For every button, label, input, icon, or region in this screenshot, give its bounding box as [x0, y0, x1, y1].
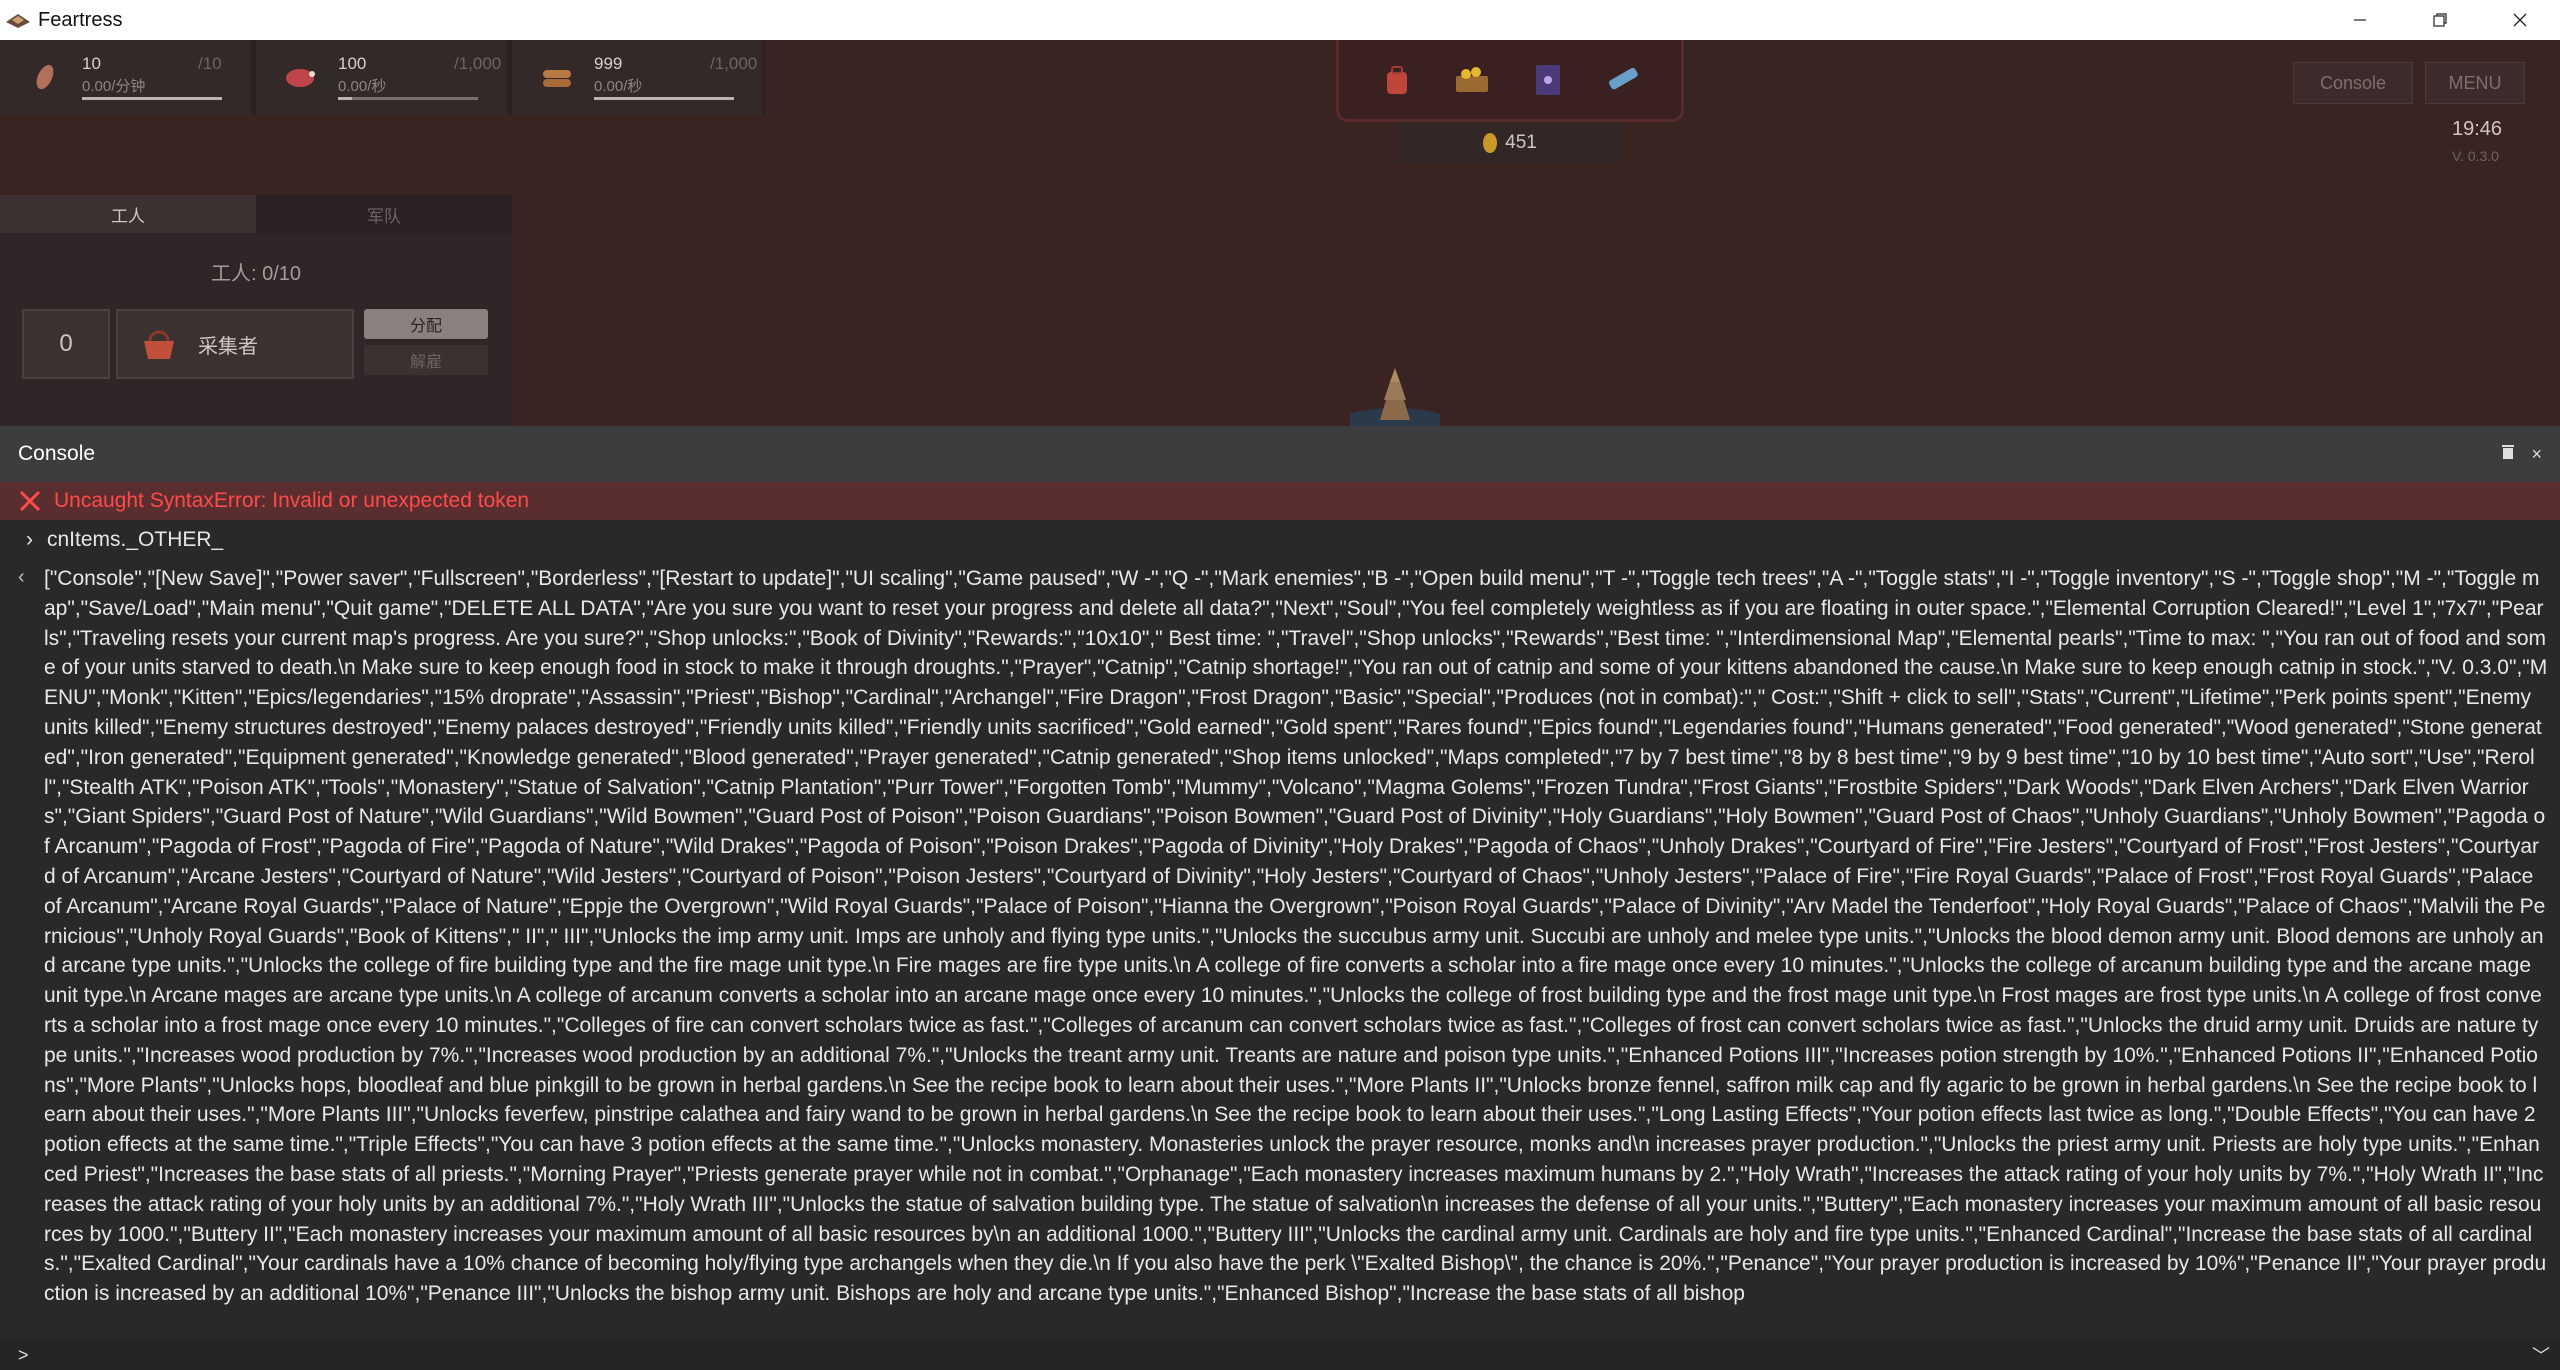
- resource-food: 10 /10 0.00/分钟: [0, 40, 250, 115]
- wood-icon: [543, 70, 571, 87]
- console-header: Console ×: [0, 426, 2560, 482]
- workers-panel: 工人 军队 工人: 0/10 0 采集者 分配 解雇: [0, 195, 512, 426]
- resource-progress-fill: [594, 97, 734, 100]
- backpack-button[interactable]: [1376, 59, 1418, 101]
- treasure-icon: [1456, 66, 1489, 92]
- backpack-icon: [1386, 65, 1407, 94]
- tab-workers[interactable]: 工人: [0, 195, 256, 233]
- resource-progress-bar: [594, 97, 734, 100]
- close-window-button[interactable]: [2480, 0, 2560, 40]
- minimize-icon: [2354, 19, 2366, 21]
- restore-icon: [2433, 13, 2447, 27]
- tool-panel: [1336, 40, 1684, 122]
- restore-button[interactable]: [2400, 0, 2480, 40]
- spellbook-icon: [1535, 64, 1560, 95]
- resource-progress-bar: [338, 97, 478, 100]
- meat-icon: [286, 69, 315, 87]
- clock: 19:46: [2452, 118, 2503, 140]
- resource-meat: 100 /1,000 0.00/秒: [256, 40, 506, 115]
- coin-icon: [1483, 133, 1498, 153]
- map-scroll-button[interactable]: [1602, 59, 1644, 101]
- resource-progress-fill: [82, 97, 222, 100]
- collapse-console-button[interactable]: ﹀: [2532, 1342, 2550, 1368]
- trash-icon: [2502, 444, 2515, 459]
- error-icon: [19, 490, 41, 512]
- gatherer-label: 采集者: [198, 335, 258, 358]
- close-icon: [2513, 13, 2527, 27]
- resource-rate: 0.00/分钟: [82, 78, 146, 95]
- console-title: Console: [18, 442, 96, 465]
- resource-value: 100: [338, 54, 367, 73]
- prompt-glyph: >: [18, 1344, 29, 1365]
- resource-value: 999: [594, 54, 623, 73]
- close-console-button[interactable]: ×: [2531, 444, 2542, 465]
- resource-max: /1,000: [454, 54, 502, 73]
- chevron-right-icon: ›: [26, 528, 33, 551]
- gatherer-count: 0: [22, 309, 110, 379]
- resource-progress-fill: [338, 97, 352, 100]
- resource-rate: 0.00/秒: [338, 78, 387, 95]
- resource-rate: 0.00/秒: [594, 78, 643, 95]
- app-icon: [6, 14, 30, 28]
- food-icon: [36, 64, 54, 90]
- dismiss-button[interactable]: 解雇: [364, 345, 488, 375]
- resource-progress-bar: [82, 97, 222, 100]
- worker-count: 工人: 0/10: [210, 263, 302, 285]
- version-label: V. 0.3.0: [2452, 148, 2499, 164]
- console-button[interactable]: Console: [2293, 62, 2413, 104]
- window-title: Feartress: [38, 8, 123, 31]
- resource-max: /1,000: [710, 54, 758, 73]
- coin-amount: 451: [1505, 132, 1537, 153]
- map-scroll-icon: [1609, 67, 1639, 89]
- error-message-row: Uncaught SyntaxError: Invalid or unexpec…: [0, 482, 2560, 520]
- output-row: ‹ ["Console","[New Save]","Power saver",…: [0, 560, 2560, 1308]
- resource-max: /10: [198, 54, 222, 73]
- assign-button[interactable]: 分配: [364, 309, 488, 339]
- pagoda-building-icon: [1350, 368, 1440, 426]
- basket-icon: [144, 330, 174, 359]
- game-area: 10 /10 0.00/分钟 100 /1,000 0.00/秒 999 /1,…: [0, 40, 2560, 426]
- console-output: ["Console","[New Save]","Power saver","F…: [44, 567, 2548, 1306]
- error-message: Uncaught SyntaxError: Invalid or unexpec…: [54, 489, 530, 512]
- command-row: › cnItems._OTHER_: [0, 520, 2560, 560]
- chevron-left-icon: ‹: [18, 566, 25, 588]
- command-text: cnItems._OTHER_: [47, 528, 224, 551]
- tab-army[interactable]: 军队: [256, 195, 512, 233]
- spellbook-button[interactable]: [1527, 59, 1569, 101]
- resource-wood: 999 /1,000 0.00/秒: [512, 40, 762, 115]
- resource-value: 10: [82, 54, 101, 73]
- coin-counter: 451: [1396, 122, 1624, 164]
- treasure-button[interactable]: [1451, 59, 1493, 101]
- clear-console-button[interactable]: [2501, 444, 2515, 465]
- window-titlebar: Feartress: [0, 0, 2560, 40]
- resource-bar: 10 /10 0.00/分钟 100 /1,000 0.00/秒 999 /1,…: [0, 40, 765, 115]
- minimize-button[interactable]: [2320, 0, 2400, 40]
- gatherer-row: 0 采集者 分配 解雇: [22, 309, 488, 379]
- gatherer-card: 采集者: [116, 309, 354, 379]
- console-input-row[interactable]: > ﹀: [0, 1340, 2560, 1370]
- menu-button[interactable]: MENU: [2425, 62, 2525, 104]
- console-panel: Console × Uncaught SyntaxError: Invalid …: [0, 426, 2560, 1370]
